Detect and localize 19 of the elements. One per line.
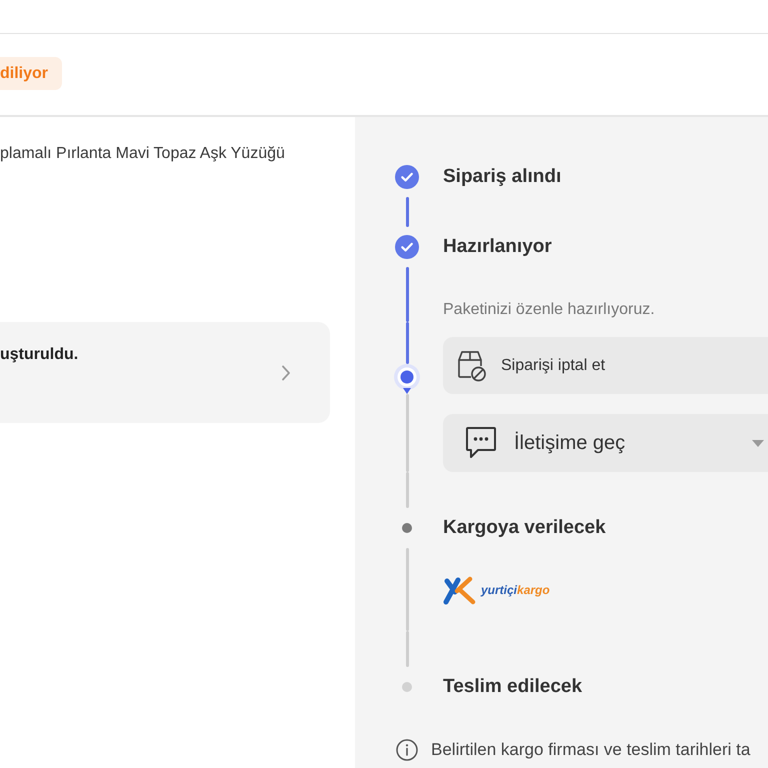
logo-wordmark-text: kargo: [517, 583, 550, 597]
chat-icon: [465, 426, 497, 460]
box-cancel-icon: [457, 350, 487, 382]
step-label: Teslim edilecek: [443, 675, 584, 699]
product-name: plamalı Pırlanta Mavi Topaz Aşk Yüzüğü: [0, 144, 286, 164]
contact-button[interactable]: İletişime geç: [443, 414, 768, 472]
timeline-connector: [406, 197, 408, 227]
info-text: Belirtilen kargo firması ve teslim tarihleri ta: [431, 739, 750, 761]
chevron-right-icon: [281, 364, 291, 380]
step-label: Hazırlanıyor: [443, 235, 553, 259]
status-badge: diliyor: [0, 57, 62, 90]
step-description: Paketinizi özenle hazırlıyoruz.: [443, 300, 656, 320]
notice-card[interactable]: uşturuldu.: [0, 322, 330, 423]
step-label: Sipariş alındı: [443, 165, 562, 189]
logo-wordmark-text: yurtiçi: [481, 583, 518, 597]
cancel-order-button[interactable]: Siparişi iptal et: [443, 337, 768, 394]
info-icon: [396, 739, 418, 761]
notice-text: uşturuldu.: [0, 345, 78, 365]
step-label: Kargoya verilecek: [443, 516, 607, 540]
